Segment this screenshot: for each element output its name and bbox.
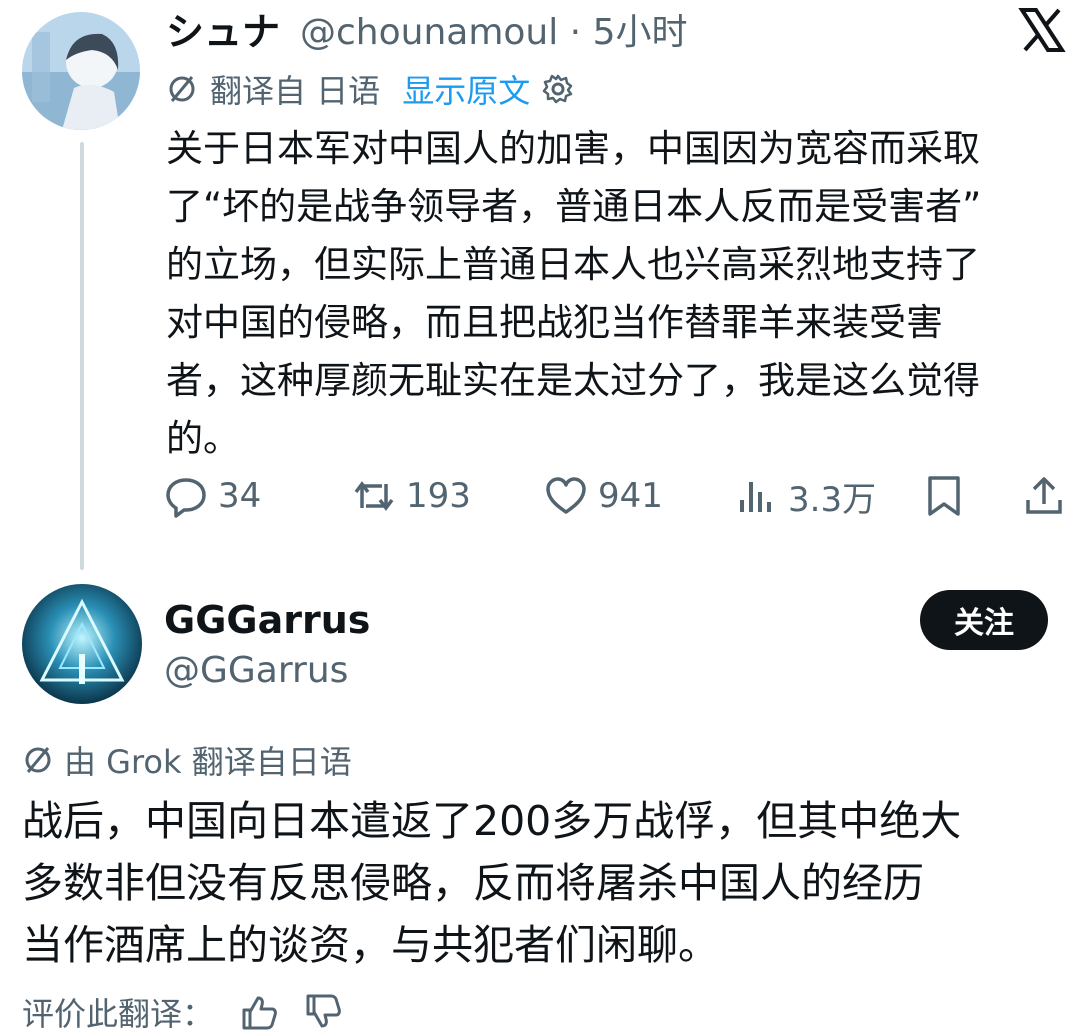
repost-count: 193 [406, 476, 471, 516]
follow-button[interactable]: 关注 [920, 590, 1048, 650]
grok-translated-label: 由 Grok 翻译自日语 [64, 743, 352, 781]
reply-button[interactable]: 34 [164, 468, 261, 524]
bookmark-button[interactable] [922, 468, 966, 524]
grok-translation-bar: 由 Grok 翻译自日语 [22, 736, 352, 784]
handle-and-time[interactable]: @chounamoul · 5小时 [300, 10, 687, 56]
thumbs-up-icon[interactable] [238, 992, 278, 1032]
handle[interactable]: @GGarrus [164, 648, 348, 694]
show-original-link[interactable]: 显示原文 [402, 66, 530, 112]
translated-from-label: 翻译自 日语 [210, 72, 381, 110]
rate-translation-bar: 评价此翻译： [22, 990, 342, 1034]
repost-button[interactable]: 193 [352, 468, 471, 524]
reply-icon [166, 478, 206, 518]
display-name[interactable]: GGGarrus [164, 596, 370, 644]
display-name[interactable]: シュナ [166, 8, 280, 56]
like-button[interactable]: 941 [544, 468, 663, 524]
gear-icon[interactable] [542, 73, 574, 105]
translate-icon [166, 73, 198, 105]
view-count: 3.3万 [788, 479, 877, 520]
like-icon [546, 477, 586, 514]
avatar[interactable] [22, 584, 142, 704]
x-logo-icon [1018, 6, 1066, 54]
rate-translation-label: 评价此翻译： [22, 995, 215, 1033]
repost-icon [354, 481, 394, 511]
avatar[interactable] [22, 12, 140, 130]
share-icon [1026, 477, 1062, 514]
translation-bar: 翻译自 日语 显示原文 [166, 66, 574, 112]
reply-count: 34 [218, 476, 262, 516]
share-button[interactable] [1022, 468, 1066, 524]
views-button[interactable]: 3.3万 [734, 468, 876, 524]
tweet-text: 关于日本军对中国人的加害，中国因为宽容而采取 了“坏的是战争领导者，普通日本人反… [166, 127, 982, 460]
like-count: 941 [598, 476, 663, 516]
views-icon [740, 482, 771, 512]
thumbs-down-icon[interactable] [302, 992, 342, 1032]
tweet-text: 战后，中国向日本遣返了200多万战俘，但其中绝大 多数非但没有反思侵略，反而将屠… [22, 797, 962, 969]
translate-icon [22, 744, 54, 776]
thread-connector-line [80, 142, 84, 570]
bookmark-icon [928, 476, 960, 516]
